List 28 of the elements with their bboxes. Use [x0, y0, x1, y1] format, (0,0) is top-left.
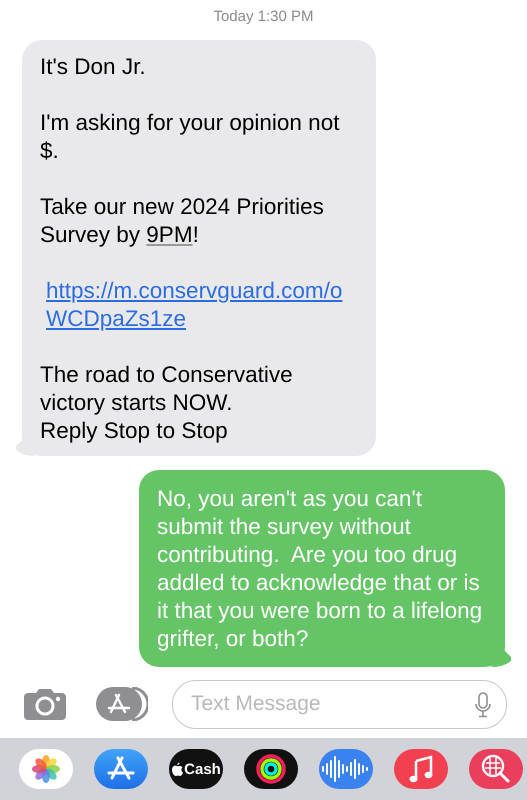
message-text: The road to Conservative victory starts NOW. — [40, 361, 294, 417]
message-input-field[interactable]: Text Message — [172, 680, 507, 728]
photos-app-button[interactable] — [19, 749, 73, 789]
music-note-icon — [409, 755, 433, 783]
apps-button[interactable] — [96, 687, 148, 721]
message-text: It's Don Jr. — [40, 53, 147, 81]
message-text: I'm asking for your opinion not $. — [40, 109, 340, 165]
app-store-icon — [96, 687, 148, 721]
search-icon — [481, 754, 511, 784]
camera-button[interactable] — [24, 687, 66, 721]
camera-icon — [24, 688, 66, 720]
apple-logo-icon — [171, 762, 184, 776]
message-text: Reply Stop to Stop — [40, 417, 229, 445]
microphone-icon[interactable] — [475, 692, 491, 718]
activity-rings-icon — [256, 754, 286, 784]
music-app-button[interactable] — [394, 749, 448, 789]
app-store-button[interactable] — [94, 749, 148, 789]
timestamp: Today 1:30 PM — [213, 8, 314, 26]
waveform-icon — [322, 754, 370, 784]
flower-icon — [32, 755, 60, 783]
link[interactable]: https://m.conservguard.com/oWCDpaZs1ze — [46, 277, 346, 333]
cash-label: Cash — [184, 760, 221, 778]
audio-message-button[interactable] — [319, 749, 373, 789]
activity-app-button[interactable] — [244, 749, 298, 789]
message-text: No, you aren't as you can't submit the survey without contributing. Are you too drug addled to acknowledge that or is it that you were born to a lifelong grifter, or both? — [157, 485, 484, 653]
apple-cash-button[interactable]: Cash — [169, 749, 223, 789]
image-search-button[interactable] — [469, 749, 523, 789]
message-text: Take our new 2024 Priorities Survey by 9PM! — [40, 193, 325, 249]
